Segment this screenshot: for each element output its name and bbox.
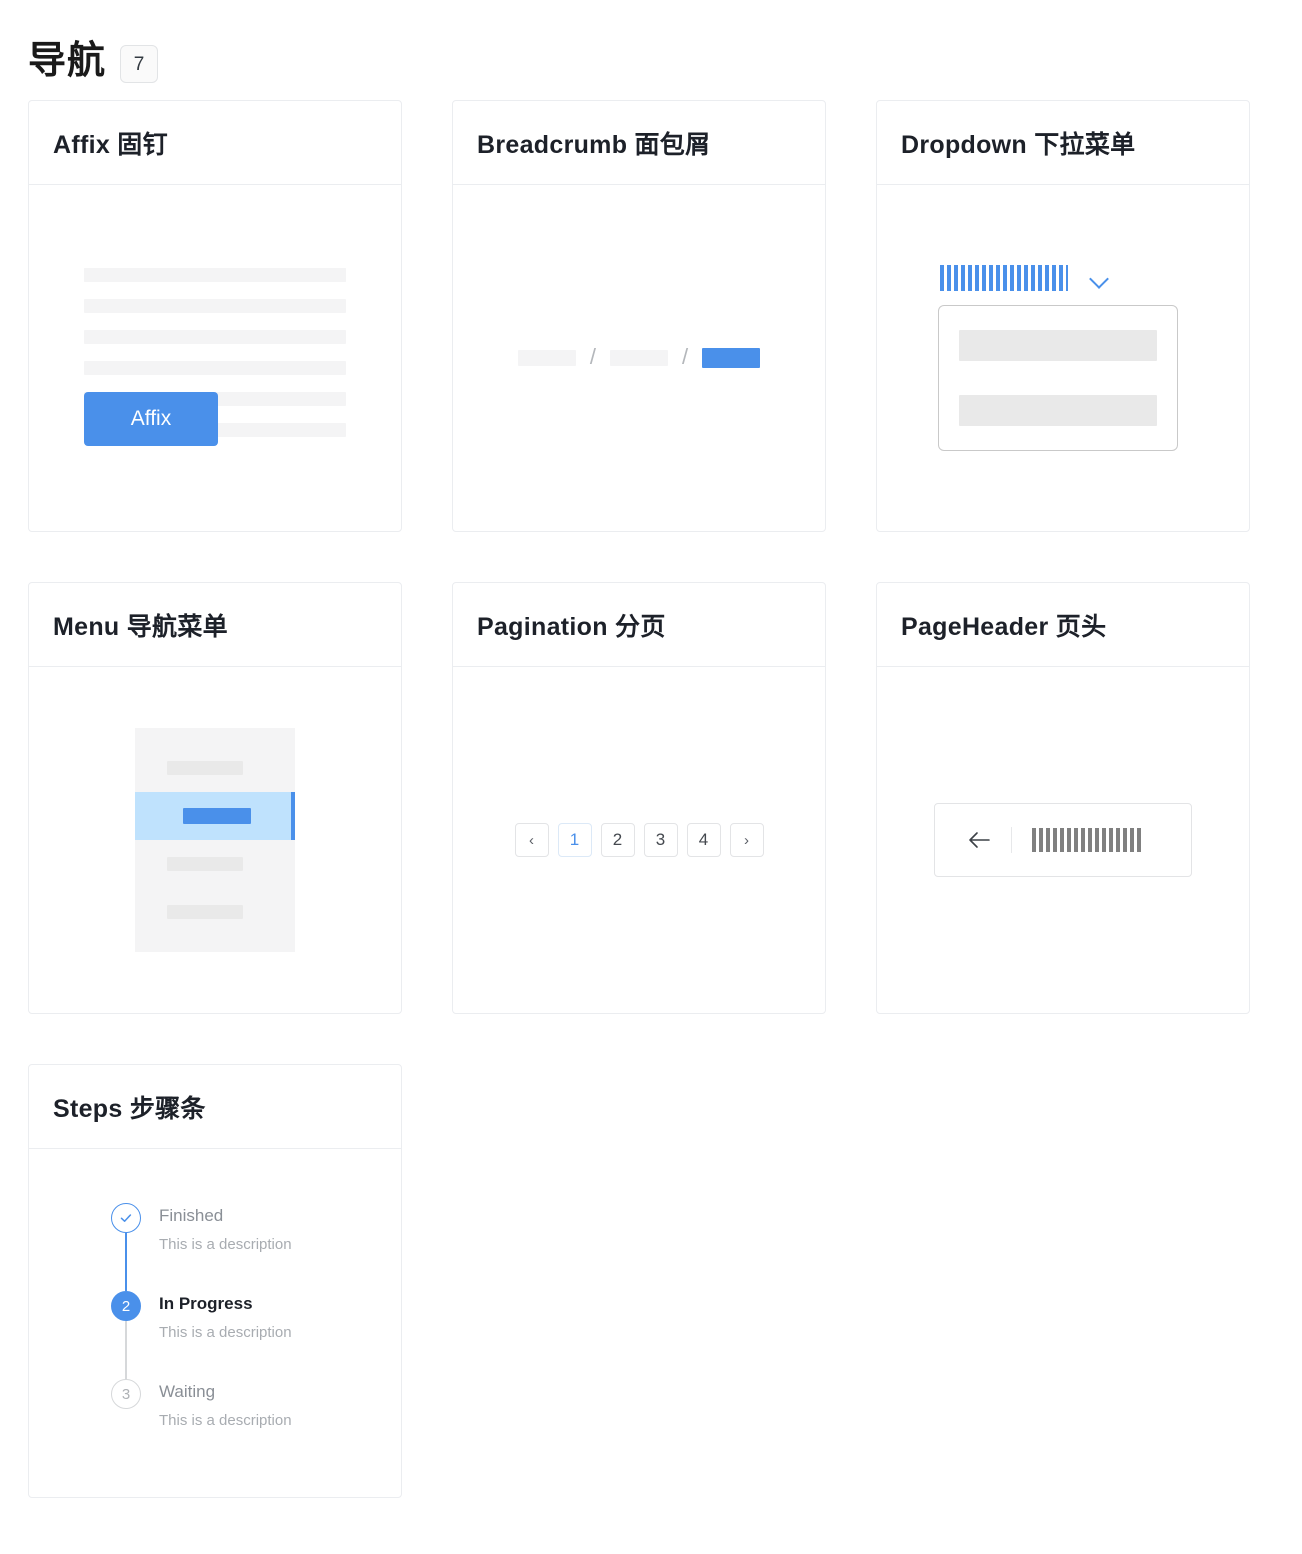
step-item-finished[interactable]: Finished This is a description	[111, 1203, 371, 1291]
steps: Finished This is a description 2 In Prog…	[111, 1203, 371, 1434]
dropdown-menu-panel	[938, 305, 1178, 451]
skeleton-line	[84, 299, 346, 313]
pageheader-divider	[1011, 827, 1012, 853]
menu-item[interactable]	[135, 840, 295, 888]
card-affix-title: Affix 固钉	[53, 130, 168, 159]
card-grid: Affix 固钉 Affix Breadcrumb 面包屑 / / Dropdo…	[0, 100, 1302, 1498]
breadcrumb-separator: /	[682, 344, 689, 369]
card-menu-title: Menu 导航菜单	[53, 612, 228, 641]
pagination-page-2[interactable]: 2	[600, 823, 635, 857]
step-rail	[111, 1203, 141, 1291]
step-title: Waiting	[159, 1382, 216, 1401]
card-pageheader-header: PageHeader 页头	[877, 583, 1249, 667]
card-dropdown: Dropdown 下拉菜单	[876, 100, 1250, 532]
dropdown-demo	[938, 265, 1188, 451]
card-menu-body	[29, 667, 401, 1013]
menu-item-label	[167, 761, 243, 775]
menu-item[interactable]	[135, 888, 295, 936]
step-title: In Progress	[159, 1294, 253, 1313]
page-header: 导航 7	[0, 0, 1302, 100]
chevron-down-icon	[1090, 272, 1110, 284]
step-item-waiting[interactable]: 3 Waiting This is a description	[111, 1379, 371, 1434]
card-dropdown-title: Dropdown 下拉菜单	[901, 130, 1136, 159]
pagination-next-button[interactable]: ›	[729, 823, 764, 857]
card-affix-header: Affix 固钉	[29, 101, 401, 185]
skeleton-line	[84, 361, 346, 375]
step-content: Finished This is a description	[159, 1203, 292, 1291]
card-pagination-title: Pagination 分页	[477, 612, 666, 641]
step-content: In Progress This is a description	[159, 1291, 292, 1379]
step-rail: 3	[111, 1379, 141, 1434]
card-steps-body: Finished This is a description 2 In Prog…	[29, 1149, 401, 1497]
step-connector	[125, 1233, 127, 1291]
component-count-badge: 7	[120, 45, 159, 83]
card-pagination-header: Pagination 分页	[453, 583, 825, 667]
card-dropdown-body	[877, 185, 1249, 531]
card-breadcrumb-title: Breadcrumb 面包屑	[477, 130, 711, 159]
card-affix: Affix 固钉 Affix	[28, 100, 402, 532]
step-content: Waiting This is a description	[159, 1379, 292, 1434]
breadcrumb-item-current	[702, 348, 761, 368]
step-item-in-progress[interactable]: 2 In Progress This is a description	[111, 1291, 371, 1379]
card-pagination: Pagination 分页 ‹ 1 2 3 4 ›	[452, 582, 826, 1014]
card-breadcrumb: Breadcrumb 面包屑 / /	[452, 100, 826, 532]
step-description: This is a description	[159, 1324, 292, 1341]
skeleton-line	[84, 330, 346, 344]
card-dropdown-header: Dropdown 下拉菜单	[877, 101, 1249, 185]
pagination: ‹ 1 2 3 4 ›	[514, 823, 764, 857]
card-breadcrumb-body: / /	[453, 185, 825, 531]
pagination-page-3[interactable]: 3	[643, 823, 678, 857]
dropdown-trigger-label	[940, 265, 1068, 291]
menu-item-label	[183, 808, 251, 824]
page-title: 导航	[28, 40, 107, 82]
arrow-left-icon[interactable]	[967, 830, 991, 850]
menu-demo	[135, 728, 295, 952]
affix-demo: Affix	[84, 268, 346, 448]
menu-item-selected[interactable]	[135, 792, 295, 840]
breadcrumb-item[interactable]	[517, 350, 576, 366]
card-menu-header: Menu 导航菜单	[29, 583, 401, 667]
card-pageheader-title: PageHeader 页头	[901, 612, 1107, 641]
navigation-components-page: 导航 7 Affix 固钉 Affix Breadcrumb 面包屑 / / D…	[0, 0, 1302, 1554]
dropdown-trigger[interactable]	[940, 265, 1110, 291]
breadcrumb-item[interactable]	[610, 350, 668, 366]
card-pageheader: PageHeader 页头	[876, 582, 1250, 1014]
step-rail: 2	[111, 1291, 141, 1379]
step-description: This is a description	[159, 1236, 292, 1253]
menu-item-label	[167, 857, 243, 871]
step-connector	[125, 1321, 127, 1379]
card-breadcrumb-header: Breadcrumb 面包屑	[453, 101, 825, 185]
card-menu: Menu 导航菜单	[28, 582, 402, 1014]
pagination-page-4[interactable]: 4	[686, 823, 721, 857]
menu-item-label	[167, 905, 243, 919]
pagination-prev-button[interactable]: ‹	[514, 823, 549, 857]
menu-item[interactable]	[135, 744, 295, 792]
card-pageheader-body	[877, 667, 1249, 1013]
step-description: This is a description	[159, 1412, 292, 1429]
dropdown-menu-item[interactable]	[959, 330, 1157, 361]
check-icon	[111, 1203, 141, 1233]
affix-button[interactable]: Affix	[84, 392, 218, 446]
card-steps-header: Steps 步骤条	[29, 1065, 401, 1149]
skeleton-line	[84, 268, 346, 282]
step-index-badge: 3	[111, 1379, 141, 1409]
breadcrumb: / /	[517, 344, 761, 369]
card-steps-title: Steps 步骤条	[53, 1094, 206, 1123]
pageheader-title-placeholder	[1032, 828, 1144, 852]
breadcrumb-separator: /	[589, 344, 596, 369]
pageheader-demo	[934, 803, 1192, 877]
step-title: Finished	[159, 1206, 224, 1225]
card-affix-body: Affix	[29, 185, 401, 531]
pagination-page-1[interactable]: 1	[557, 823, 592, 857]
step-index-badge: 2	[111, 1291, 141, 1321]
card-pagination-body: ‹ 1 2 3 4 ›	[453, 667, 825, 1013]
card-steps: Steps 步骤条 Finished This is a description…	[28, 1064, 402, 1498]
dropdown-menu-item[interactable]	[959, 395, 1157, 426]
